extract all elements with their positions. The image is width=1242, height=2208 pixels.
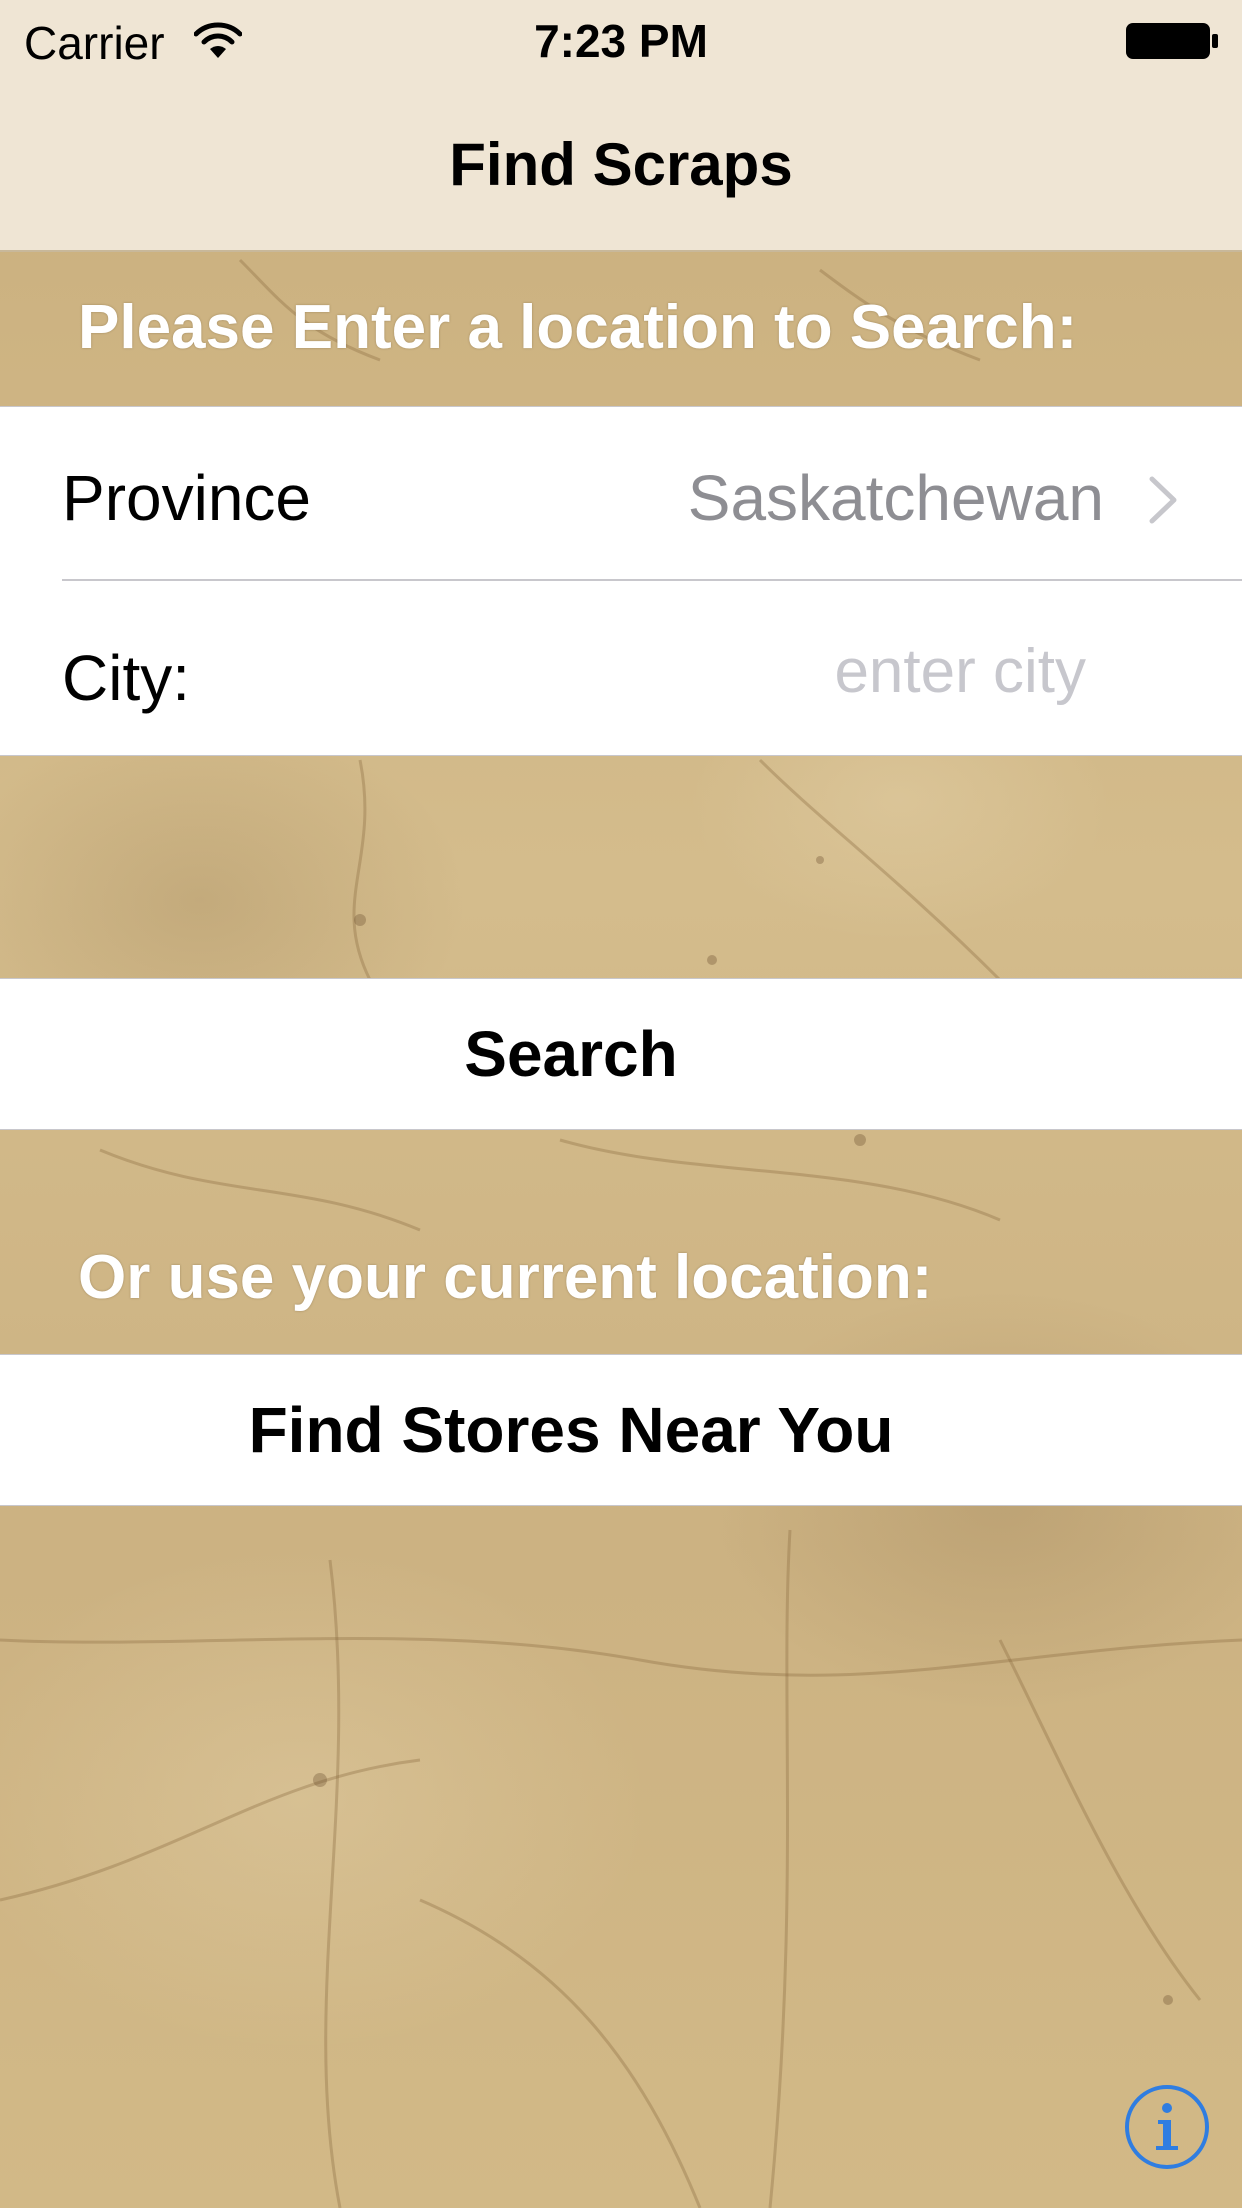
- location-form: Province Saskatchewan City:: [0, 406, 1242, 756]
- city-label: City:: [62, 642, 190, 714]
- province-value: Saskatchewan: [687, 462, 1104, 534]
- page-title: Find Scraps: [449, 131, 793, 198]
- chevron-right-icon: [1149, 476, 1177, 524]
- clock: 7:23 PM: [534, 15, 708, 67]
- province-row[interactable]: Province Saskatchewan: [0, 407, 1242, 581]
- find-stores-near-you-button[interactable]: Find Stores Near You: [0, 1354, 1242, 1506]
- province-label: Province: [62, 462, 311, 534]
- city-input[interactable]: [640, 631, 1086, 711]
- search-section-header: Please Enter a location to Search:: [78, 293, 1078, 362]
- search-button[interactable]: Search: [0, 978, 1242, 1130]
- battery-full-icon: [1126, 23, 1218, 59]
- current-location-header: Or use your current location:: [78, 1243, 933, 1312]
- city-row: City:: [0, 581, 1242, 754]
- app-screen: Find Scraps Carrier 7:23 PM Please Enter…: [0, 0, 1242, 2208]
- status-bar: Carrier 7:23 PM: [0, 0, 1242, 84]
- info-icon[interactable]: [1124, 2084, 1210, 2170]
